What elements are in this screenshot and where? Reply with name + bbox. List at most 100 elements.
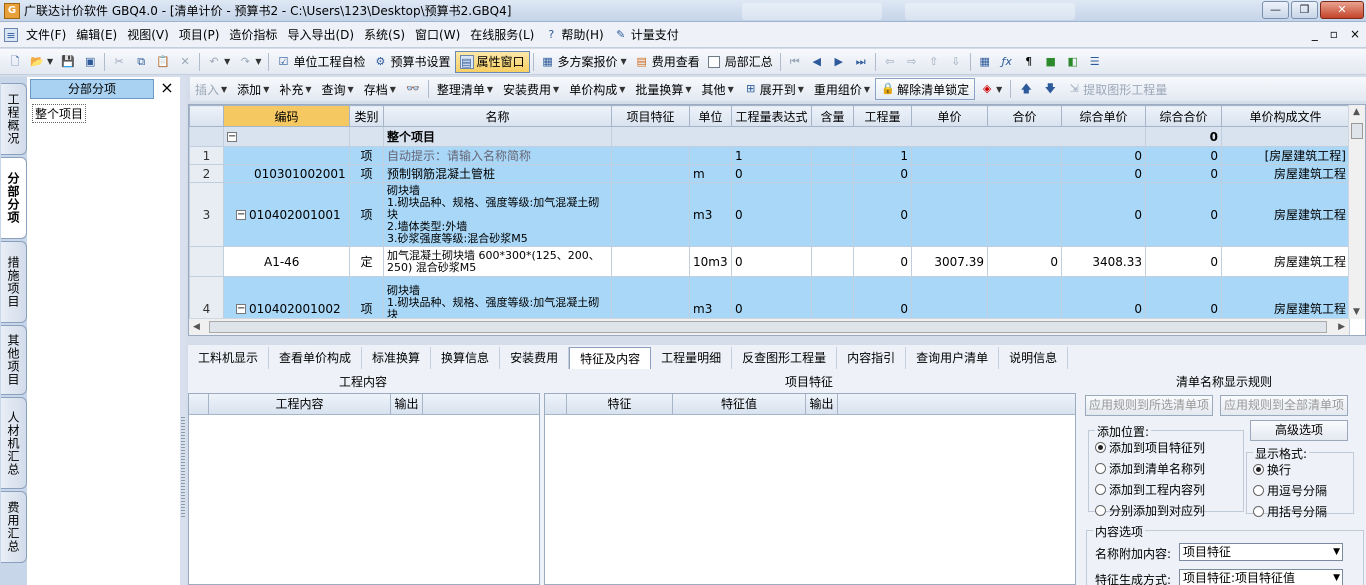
next-button[interactable]: ▶ bbox=[828, 51, 850, 73]
vtab-fee-summary[interactable]: 费用汇总 bbox=[1, 491, 27, 563]
radio-add-to-feature[interactable]: 添加到项目特征列 bbox=[1095, 439, 1243, 456]
last-button[interactable]: ⏭ bbox=[850, 51, 872, 73]
fee-view-button[interactable]: ▤ 费用查看 bbox=[631, 51, 704, 73]
mdi-minimize-button[interactable]: _ bbox=[1312, 27, 1318, 41]
radio-bracket[interactable]: 用括号分隔 bbox=[1253, 503, 1353, 520]
col-type[interactable]: 类别 bbox=[349, 105, 384, 127]
col-unit-price[interactable]: 综合单价 bbox=[1061, 105, 1146, 127]
collapse-toggle-icon[interactable]: − bbox=[236, 304, 246, 314]
grid-horizontal-scrollbar[interactable]: ◀ ▶ bbox=[189, 318, 1349, 335]
scroll-down-icon[interactable]: ▼ bbox=[1353, 307, 1360, 317]
redo-button[interactable]: ↷ ▼ bbox=[234, 51, 265, 73]
paste-button[interactable]: 📋 bbox=[152, 51, 174, 73]
unlock-list-button[interactable]: 🔒 解除清单锁定 bbox=[875, 78, 976, 100]
undo-button[interactable]: ↶ ▼ bbox=[203, 51, 234, 73]
move-down-button[interactable]: ⇩ bbox=[945, 51, 967, 73]
query-button[interactable]: 查询 ▼ bbox=[317, 78, 359, 100]
move-right-button[interactable]: ⇨ bbox=[901, 51, 923, 73]
paragraph-button[interactable]: ¶ bbox=[1018, 51, 1040, 73]
col-price[interactable]: 单价 bbox=[911, 105, 988, 127]
table-row[interactable]: 2 010301002001 项 预制钢筋混凝土管桩 m 0 0 0 0 房屋建… bbox=[189, 164, 1350, 183]
close-button[interactable]: ✕ bbox=[1320, 1, 1364, 19]
col-feature-name[interactable]: 特征 bbox=[567, 394, 673, 414]
apply-all-button[interactable]: 应用规则到全部清单项 bbox=[1220, 395, 1348, 416]
archive-button[interactable]: 存档 ▼ bbox=[359, 78, 401, 100]
apply-selected-button[interactable]: 应用规则到所选清单项 bbox=[1085, 395, 1213, 416]
extract-quantity-button[interactable]: ⇲ 提取图形工程量 bbox=[1062, 78, 1172, 100]
advanced-options-button[interactable]: 高级选项 bbox=[1250, 420, 1348, 441]
tab-description[interactable]: 说明信息 bbox=[999, 346, 1069, 369]
property-window-button[interactable]: ▤ 属性窗口 bbox=[454, 50, 530, 73]
tab-content-guide[interactable]: 内容指引 bbox=[837, 346, 907, 369]
row-down-button[interactable]: 🡇 bbox=[1038, 78, 1062, 100]
tab-view-composition[interactable]: 查看单价构成 bbox=[269, 346, 363, 369]
tab-user-list[interactable]: 查询用户清单 bbox=[906, 346, 1000, 369]
radio-add-separately[interactable]: 分别添加到对应列 bbox=[1095, 502, 1243, 519]
prev-button[interactable]: ◀ bbox=[806, 51, 828, 73]
list-button[interactable]: ☰ bbox=[1084, 51, 1106, 73]
col-content[interactable]: 含量 bbox=[811, 105, 854, 127]
fill-color-button[interactable]: ◈ ▼ bbox=[975, 78, 1007, 100]
find-button[interactable]: 👓 bbox=[401, 78, 425, 100]
menu-view[interactable]: 视图(V) bbox=[122, 26, 174, 43]
local-sum-checkbox[interactable] bbox=[707, 55, 720, 68]
col-feature-output[interactable]: 输出 bbox=[806, 394, 838, 414]
supplement-button[interactable]: 补充 ▼ bbox=[274, 78, 316, 100]
grid-vertical-scrollbar[interactable]: ▲ ▼ bbox=[1348, 105, 1365, 319]
row-up-button[interactable]: 🡅 bbox=[1014, 78, 1038, 100]
menu-file[interactable]: 文件(F) bbox=[21, 26, 71, 43]
col-feature-value[interactable]: 特征值 bbox=[673, 394, 806, 414]
vtab-other-items[interactable]: 其他项目 bbox=[1, 325, 27, 395]
col-output[interactable]: 输出 bbox=[391, 394, 423, 414]
table-row[interactable]: 3 −010402001001 项 砌块墙 1.砌块品种、规格、强度等级:加气混… bbox=[189, 182, 1350, 247]
radio-add-to-name[interactable]: 添加到清单名称列 bbox=[1095, 460, 1243, 477]
batch-convert-button[interactable]: 批量换算 ▼ bbox=[630, 78, 696, 100]
scroll-thumb[interactable] bbox=[1351, 123, 1363, 139]
move-left-button[interactable]: ⇦ bbox=[879, 51, 901, 73]
mdi-restore-button[interactable]: ▫ bbox=[1330, 27, 1338, 41]
other-button[interactable]: 其他 ▼ bbox=[697, 78, 739, 100]
radio-add-to-content[interactable]: 添加到工程内容列 bbox=[1095, 481, 1243, 498]
color-button[interactable]: ■ bbox=[1040, 51, 1062, 73]
install-fee-button[interactable]: 安装费用 ▼ bbox=[498, 78, 564, 100]
menu-cost-index[interactable]: 造价指标 bbox=[224, 26, 282, 43]
menu-import-export[interactable]: 导入导出(D) bbox=[282, 26, 359, 43]
mdi-close-button[interactable]: × bbox=[1350, 27, 1360, 41]
col-total[interactable]: 合价 bbox=[987, 105, 1062, 127]
save-all-button[interactable]: ▣ bbox=[79, 51, 101, 73]
scroll-left-icon[interactable]: ◀ bbox=[193, 322, 200, 332]
unit-price-composition-button[interactable]: 单价构成 ▼ bbox=[564, 78, 630, 100]
expand-to-button[interactable]: ⊞ 展开到 ▼ bbox=[739, 78, 809, 100]
organize-list-button[interactable]: 整理清单 ▼ bbox=[432, 78, 498, 100]
tab-install-fee[interactable]: 安装费用 bbox=[500, 346, 570, 369]
calculator-button[interactable]: ▦ bbox=[974, 51, 996, 73]
vtab-labor-material-summary[interactable]: 人材机汇总 bbox=[1, 397, 27, 489]
col-code[interactable]: 编码 bbox=[223, 105, 350, 127]
maximize-button[interactable]: ❐ bbox=[1291, 1, 1318, 19]
table-row[interactable]: A1-46 定 加气混凝土砌块墙 600*300*(125、200、250) 混… bbox=[189, 246, 1350, 277]
col-unit[interactable]: 单位 bbox=[689, 105, 732, 127]
menu-help[interactable]: ? 帮助(H) bbox=[539, 26, 608, 43]
insert-button[interactable]: 插入 ▼ bbox=[190, 78, 232, 100]
menu-project[interactable]: 项目(P) bbox=[174, 26, 225, 43]
move-up-button[interactable]: ⇧ bbox=[923, 51, 945, 73]
minimize-button[interactable]: — bbox=[1262, 1, 1289, 19]
vtab-project-overview[interactable]: 工程概况 bbox=[1, 83, 27, 155]
col-price-file[interactable]: 单价构成文件 bbox=[1221, 105, 1350, 127]
delete-button[interactable]: ✕ bbox=[174, 51, 196, 73]
first-button[interactable]: ⏮ bbox=[784, 51, 806, 73]
col-unit-total[interactable]: 综合合价 bbox=[1145, 105, 1222, 127]
tree-close-icon[interactable]: × bbox=[158, 78, 176, 98]
feature-gen-select[interactable]: 项目特征:项目特征值 ▼ bbox=[1179, 569, 1343, 585]
menu-system[interactable]: 系统(S) bbox=[359, 26, 410, 43]
corner-cell[interactable] bbox=[189, 105, 224, 127]
tab-labor-material[interactable]: 工料机显示 bbox=[188, 346, 270, 369]
col-name[interactable]: 名称 bbox=[383, 105, 612, 127]
save-button[interactable]: 💾 bbox=[57, 51, 79, 73]
menu-window[interactable]: 窗口(W) bbox=[410, 26, 465, 43]
scroll-right-icon[interactable]: ▶ bbox=[1338, 322, 1345, 332]
radio-newline[interactable]: 换行 bbox=[1253, 461, 1353, 478]
copy-button[interactable]: ⧉ bbox=[130, 51, 152, 73]
col-work-content[interactable]: 工程内容 bbox=[209, 394, 391, 414]
scroll-up-icon[interactable]: ▲ bbox=[1353, 107, 1360, 117]
